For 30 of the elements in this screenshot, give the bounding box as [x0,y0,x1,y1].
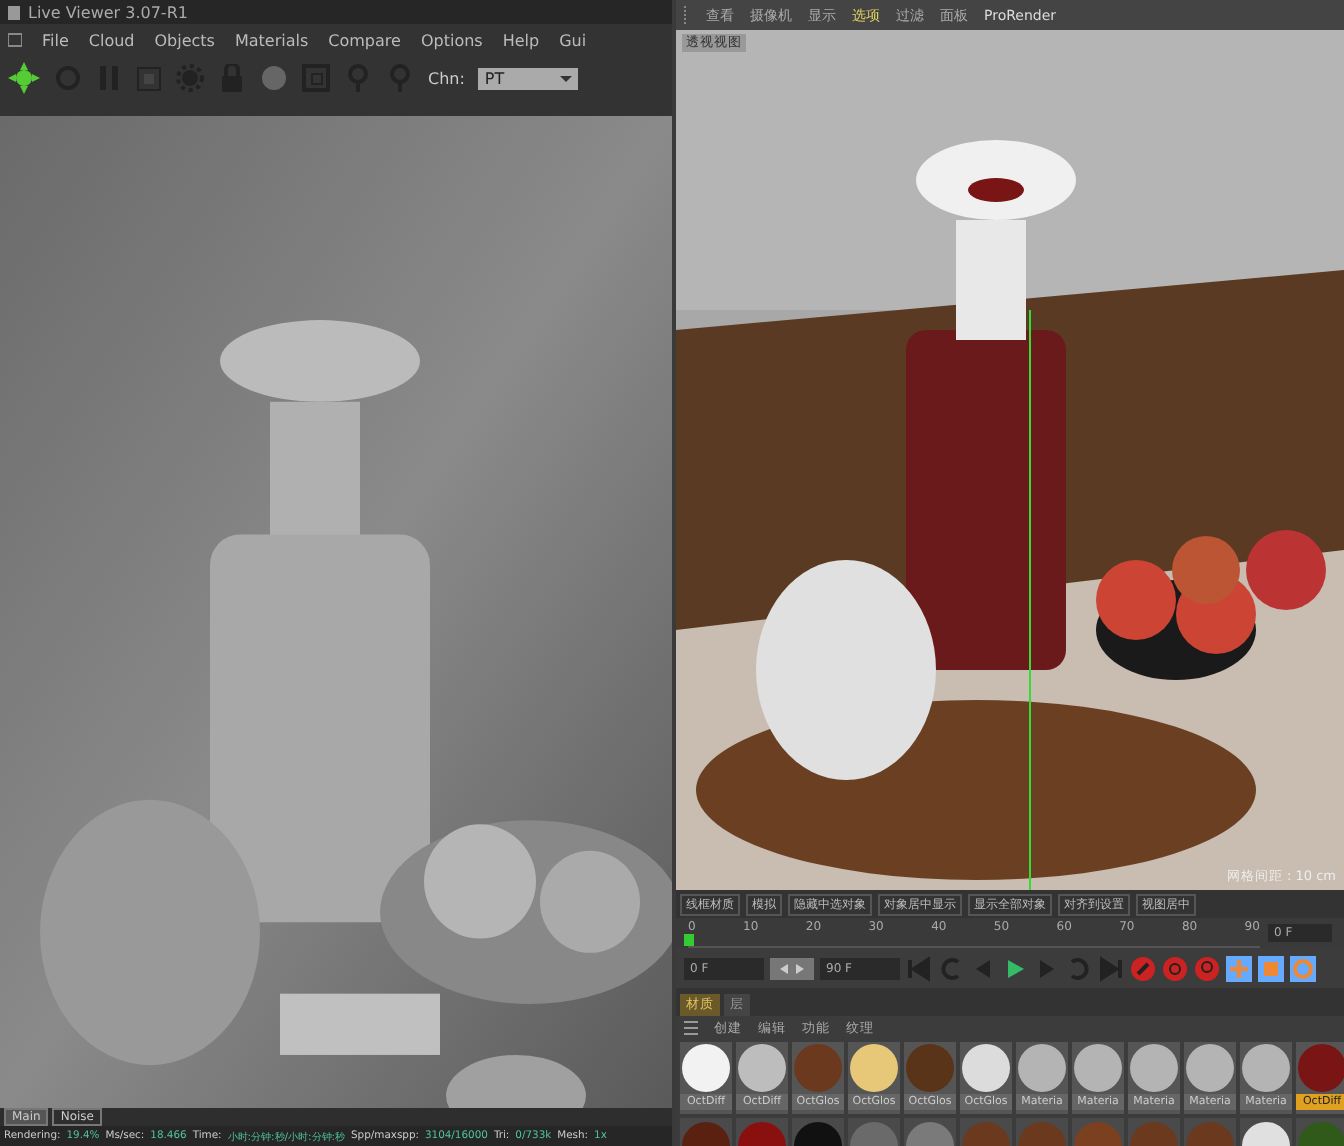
next-key-icon[interactable] [1066,955,1092,981]
scale-icon[interactable] [1258,955,1284,981]
key-help-icon[interactable] [1194,955,1220,981]
skip-to-end-icon[interactable] [1098,955,1124,981]
region-icon[interactable] [136,65,162,91]
rotate-icon[interactable] [1290,955,1316,981]
previous-key-icon[interactable] [938,955,964,981]
skip-to-start-icon[interactable] [906,955,932,981]
play-icon[interactable] [1002,955,1028,981]
window-icon [8,5,20,19]
menu-icon[interactable] [8,32,22,48]
menu-item[interactable]: Materials [234,31,309,49]
menu-item[interactable]: Compare [328,31,401,49]
menu-item[interactable]: Gui [559,31,587,49]
auto-key-icon[interactable] [1162,955,1188,981]
menu-item[interactable]: Options [420,31,483,49]
menu-item[interactable]: Objects [154,31,215,49]
menu-handle[interactable] [684,6,690,24]
sphere-icon[interactable] [260,64,288,92]
move-icon[interactable] [1226,955,1252,981]
playhead[interactable] [684,933,694,945]
window-title: Live Viewer 3.07-R1 [28,3,188,21]
record-key-icon[interactable] [1130,955,1156,981]
channel-label: Chn: [428,69,465,87]
menu-item[interactable]: Cloud [88,31,135,49]
range-slider-icon[interactable] [770,957,814,979]
menu-item[interactable]: Help [502,31,540,49]
menu-icon[interactable] [684,1020,698,1036]
menu-item[interactable]: File [42,31,69,49]
channel-dropdown[interactable]: PT [478,67,579,89]
